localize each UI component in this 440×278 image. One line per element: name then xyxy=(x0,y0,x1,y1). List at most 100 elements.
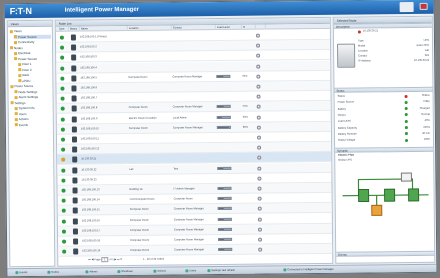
ups-type-icon xyxy=(61,178,66,183)
status-bar-item[interactable]: Users xyxy=(185,267,196,275)
settings-icon[interactable] xyxy=(257,155,262,161)
tree-node[interactable]: Nodes xyxy=(10,45,51,50)
status-bar-item[interactable]: Settings: last refresh xyxy=(207,267,235,275)
status-bar-icon xyxy=(85,270,89,274)
tree-node[interactable]: Power Source xyxy=(14,56,51,61)
synoptic-section[interactable]: Synoptic xyxy=(335,146,434,153)
node-contact: Computer Room Manager xyxy=(174,238,205,242)
column-header[interactable]: Contact xyxy=(171,25,216,31)
node-name: 192.168.100.4 xyxy=(80,65,97,70)
node-location: Computer Room xyxy=(129,228,150,232)
status-field-value: Normal xyxy=(421,112,430,116)
status-field-label: Status xyxy=(337,94,345,98)
selected-node-panel: Selected Node Description 10.130.39.21 T… xyxy=(332,15,436,264)
folder-icon xyxy=(10,101,14,105)
tree-node[interactable]: Alarm Settings xyxy=(14,95,52,99)
tree-node[interactable]: Views xyxy=(9,29,51,33)
status-section[interactable]: Status xyxy=(334,86,433,93)
node-field-value: 10.130.39.21 xyxy=(414,58,430,62)
status-bar-item[interactable]: Connected to Intelligent Power Manager xyxy=(283,266,334,275)
column-header[interactable]: Name xyxy=(79,25,128,32)
settings-icon[interactable] xyxy=(257,227,262,232)
description-section[interactable]: Description xyxy=(333,22,432,29)
load-bar xyxy=(216,125,231,129)
tree-node[interactable]: Power Source xyxy=(10,84,51,88)
status-bar-label: Nodes xyxy=(51,270,59,274)
tree-node-label: Rack xyxy=(22,73,30,78)
close-button[interactable] xyxy=(419,2,428,10)
settings-icon[interactable] xyxy=(257,217,262,222)
settings-icon[interactable] xyxy=(256,84,261,89)
settings-icon[interactable] xyxy=(257,145,262,150)
tree-node[interactable]: Actions xyxy=(14,117,52,121)
status-bar-item[interactable]: Shutdown xyxy=(117,268,133,276)
settings-icon[interactable] xyxy=(256,74,261,79)
pager-next-icon[interactable]: ▶ ⏭ ⟳ xyxy=(114,258,123,261)
status-bar-item[interactable]: Events xyxy=(15,269,27,277)
column-header[interactable]: Location xyxy=(127,25,172,31)
status-icon xyxy=(71,75,77,82)
column-header[interactable] xyxy=(255,24,266,30)
table-row[interactable]: 192.168.100.19 Computer Room Computer Room… xyxy=(58,244,333,257)
eaton-logo: F:T·N xyxy=(9,5,32,17)
column-header[interactable]: Load Level xyxy=(215,24,242,31)
node-name: 10.130.39.23 xyxy=(81,178,97,182)
settings-icon[interactable] xyxy=(256,64,261,69)
tree-node[interactable]: Connectivity xyxy=(13,40,51,44)
user-icon[interactable] xyxy=(399,1,414,13)
column-header[interactable]: Type xyxy=(57,26,69,32)
settings-icon[interactable] xyxy=(257,166,262,171)
tree-node[interactable]: ePDU xyxy=(18,78,51,83)
status-icon xyxy=(71,116,77,123)
status-bar-item[interactable]: Nodes xyxy=(47,269,59,277)
tree-node[interactable]: Power Source xyxy=(13,34,51,39)
settings-icon[interactable] xyxy=(257,206,262,212)
node-location: Electric Room for Admin xyxy=(128,116,157,120)
node-name: 192.168.100.18 xyxy=(82,239,101,243)
tree-node[interactable]: Rack xyxy=(18,73,51,77)
settings-icon[interactable] xyxy=(257,196,262,201)
settings-icon[interactable] xyxy=(256,53,261,59)
settings-icon[interactable] xyxy=(255,33,260,38)
tree-node[interactable]: Floor 1 xyxy=(18,62,51,66)
column-header[interactable]: % xyxy=(241,24,256,30)
ups-type-icon xyxy=(60,86,65,91)
status-icon xyxy=(72,197,78,204)
tree-node[interactable]: Events xyxy=(14,122,52,127)
tree-node[interactable]: Users xyxy=(14,111,52,116)
settings-icon[interactable] xyxy=(256,125,261,130)
node-contact: Test xyxy=(173,167,179,171)
column-header[interactable]: Status xyxy=(68,26,80,32)
node-contact: Computer Room Manager xyxy=(172,105,203,109)
views-panel-title: Views xyxy=(7,20,52,28)
tree-node-label: Nodes xyxy=(14,45,23,50)
events-section[interactable]: Events xyxy=(336,250,435,257)
settings-icon[interactable] xyxy=(256,104,261,110)
status-bar-item[interactable]: Actions xyxy=(153,268,166,276)
ups-type-icon xyxy=(62,249,67,254)
status-field-value: Online xyxy=(422,93,430,97)
tree-node[interactable]: Settings xyxy=(10,100,52,105)
status-bar-label: Connected to Intelligent Power Manager xyxy=(287,267,334,272)
status-bar-item[interactable]: Alarms xyxy=(85,268,97,276)
settings-icon[interactable] xyxy=(256,115,261,120)
settings-icon[interactable] xyxy=(256,43,261,48)
pager-page-input[interactable]: 1 xyxy=(101,257,109,263)
node-name: 10.130.39.21 xyxy=(362,29,379,33)
status-field-value: Charged xyxy=(419,106,430,110)
settings-icon[interactable] xyxy=(256,94,261,99)
app-title: Intelligent Power Manager xyxy=(64,6,140,14)
tree-node[interactable]: Floor 2 xyxy=(18,67,51,72)
tree-node[interactable]: Node Settings xyxy=(14,89,51,94)
settings-icon[interactable] xyxy=(257,186,262,191)
node-name: 192.168.100.17 xyxy=(81,229,101,233)
tree-node[interactable]: Electrical xyxy=(14,51,51,55)
settings-icon[interactable] xyxy=(258,237,263,242)
tree-node[interactable]: System Info xyxy=(14,106,52,110)
load-percent: 80% xyxy=(242,125,249,129)
settings-icon[interactable] xyxy=(256,135,262,140)
node-list-panel: Node List Type Status Name Location Contact L… xyxy=(54,16,334,267)
status-led-icon xyxy=(404,100,408,104)
settings-icon[interactable] xyxy=(258,247,263,252)
settings-icon[interactable] xyxy=(257,176,262,181)
